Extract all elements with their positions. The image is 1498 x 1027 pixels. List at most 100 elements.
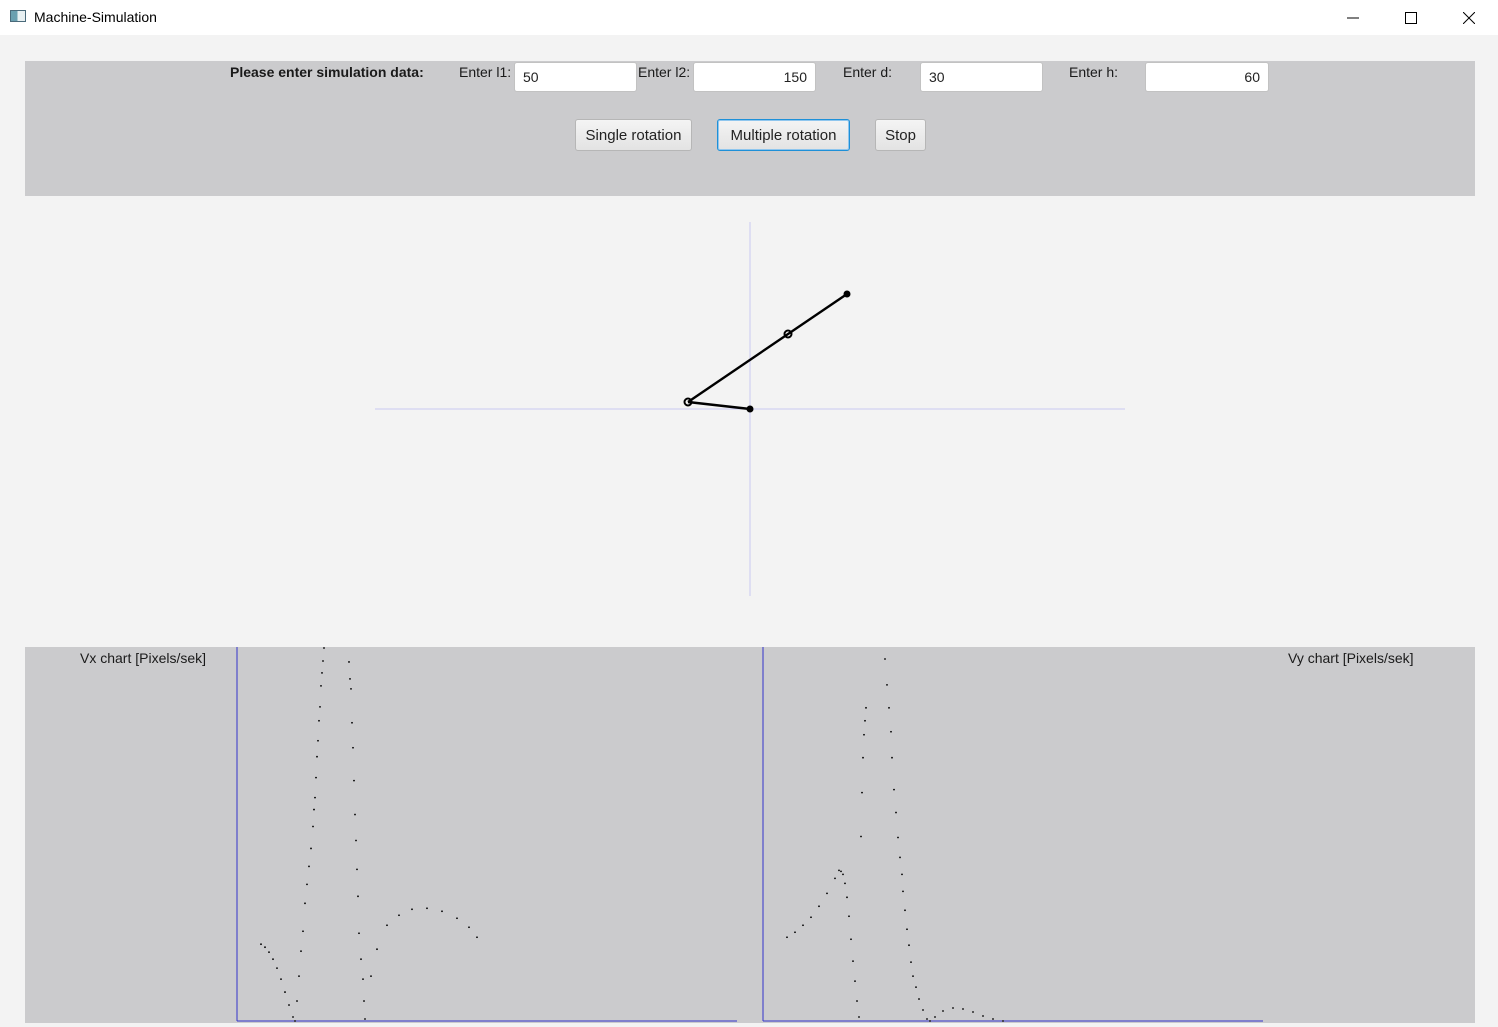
pivot-joint <box>746 405 754 413</box>
vy-data-point <box>972 1011 974 1013</box>
label-l1: Enter l1: <box>459 64 512 80</box>
vx-data-point <box>276 967 278 970</box>
vy-data-point <box>901 873 903 876</box>
vx-data-point <box>386 924 388 927</box>
vy-data-point <box>912 975 914 978</box>
vy-data-point <box>891 756 893 759</box>
vy-data-point <box>840 870 842 873</box>
vy-data-point <box>910 961 912 964</box>
charts-panel: Vx chart [Pixels/sek] Vy chart [Pixels/s… <box>25 647 1475 1023</box>
vx-data-point <box>370 975 372 978</box>
connecting-rod <box>687 293 848 403</box>
vx-data-point <box>349 678 351 680</box>
vx-data-point <box>319 705 321 708</box>
vx-data-point <box>364 1018 366 1020</box>
vx-data-point <box>468 926 470 929</box>
vx-data-point <box>398 914 400 917</box>
vy-data-point <box>860 835 862 838</box>
stop-button[interactable]: Stop <box>875 119 926 151</box>
vy-data-point <box>852 960 854 963</box>
form-heading: Please enter simulation data: <box>230 64 424 80</box>
vx-data-point <box>322 660 324 662</box>
vx-data-point <box>356 868 358 871</box>
vx-data-point <box>411 908 413 911</box>
vy-data-point <box>848 915 850 918</box>
vx-data-point <box>314 796 316 799</box>
vx-data-point <box>292 1016 294 1018</box>
vx-data-point <box>268 951 270 954</box>
vy-data-point <box>864 719 866 722</box>
vy-data-point <box>908 944 910 947</box>
vy-data-point <box>888 706 890 709</box>
vy-data-point <box>1002 1020 1004 1022</box>
vy-data-point <box>786 936 788 939</box>
vx-data-point <box>376 948 378 951</box>
label-h: Enter h: <box>1069 64 1119 80</box>
vy-data-point <box>802 924 804 927</box>
vy-data-point <box>886 683 888 686</box>
vx-data-point <box>476 936 478 939</box>
vx-data-point <box>284 991 286 993</box>
multiple-rotation-button[interactable]: Multiple rotation <box>717 119 850 151</box>
vy-data-point <box>844 882 846 885</box>
vy-data-point <box>863 733 865 736</box>
crank-link <box>687 400 751 411</box>
vy-data-point <box>884 658 886 660</box>
vx-data-point <box>352 746 354 749</box>
vx-data-point <box>355 839 357 842</box>
d-input[interactable] <box>920 62 1043 92</box>
vx-data-point <box>302 930 304 933</box>
vy-data-point <box>826 892 828 895</box>
vx-data-point <box>441 910 443 913</box>
vx-data-point <box>323 647 325 649</box>
vx-data-point <box>317 739 319 742</box>
vx-data-point <box>357 895 359 898</box>
vx-data-point <box>306 883 308 886</box>
single-rotation-button[interactable]: Single rotation <box>575 119 692 151</box>
title-bar[interactable]: Machine-Simulation <box>0 0 1498 35</box>
vx-data-point <box>296 1000 298 1002</box>
l2-input[interactable] <box>693 62 816 92</box>
minimize-button[interactable] <box>1324 0 1382 35</box>
vx-data-point <box>280 978 282 981</box>
vy-data-point <box>890 730 892 733</box>
vy-data-point <box>838 869 840 872</box>
vx-data-point <box>304 902 306 905</box>
vx-data-point <box>350 687 352 690</box>
window-title: Machine-Simulation <box>34 9 157 25</box>
vy-data-point <box>842 873 844 876</box>
minimize-icon <box>1347 17 1359 18</box>
vy-data-point <box>902 890 904 893</box>
vy-data-point <box>929 1020 931 1022</box>
l1-input[interactable] <box>514 62 637 92</box>
vy-data-point <box>918 998 920 1000</box>
vy-data-point <box>926 1018 928 1020</box>
vy-data-point <box>915 986 917 988</box>
vx-data-point <box>358 932 360 935</box>
maximize-button[interactable] <box>1382 0 1440 35</box>
vy-data-point <box>856 1000 858 1002</box>
vx-data-point <box>363 1000 365 1002</box>
vx-data-point <box>312 825 314 828</box>
close-button[interactable] <box>1440 0 1498 35</box>
vx-data-point <box>298 975 300 978</box>
vy-data-point <box>854 980 856 983</box>
vx-data-point <box>360 958 362 961</box>
vx-data-point <box>362 978 364 981</box>
vy-data-point <box>904 909 906 912</box>
vy-chart <box>762 647 1263 1022</box>
vx-data-point <box>426 907 428 910</box>
vy-data-point <box>942 1010 944 1012</box>
vy-data-point <box>952 1007 954 1009</box>
vx-data-point <box>264 946 266 949</box>
vx-data-point <box>315 776 317 779</box>
vy-data-point <box>962 1008 964 1010</box>
vx-data-point <box>456 917 458 920</box>
vy-data-point <box>818 905 820 908</box>
h-input[interactable] <box>1145 62 1269 92</box>
vy-data-point <box>810 916 812 919</box>
label-d: Enter d: <box>843 64 893 80</box>
vx-chart <box>236 647 737 1022</box>
vx-data-point <box>313 808 315 811</box>
close-icon <box>1463 11 1475 24</box>
